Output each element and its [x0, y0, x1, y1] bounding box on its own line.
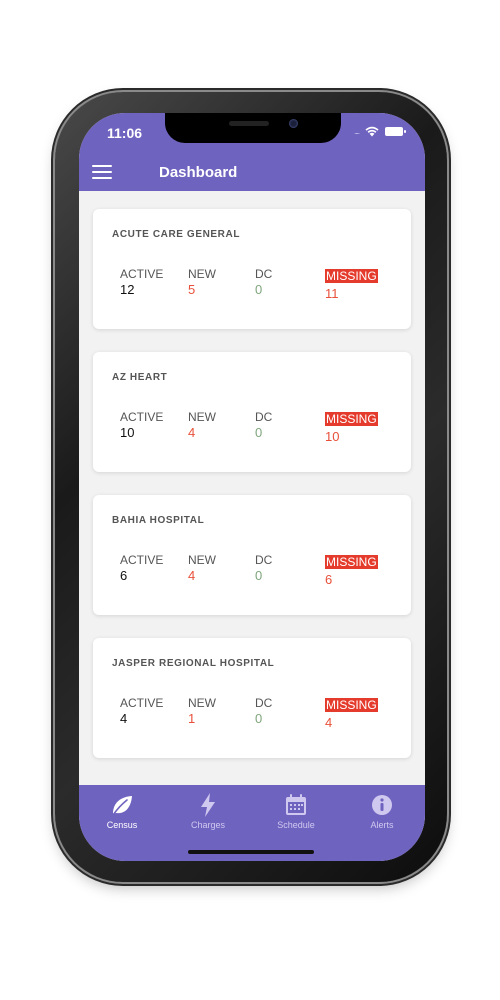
tab-label: Census: [106, 820, 138, 830]
missing-count: 4: [325, 715, 333, 730]
status-time: 11:06: [107, 125, 143, 141]
hospital-name: AZ HEART: [112, 372, 168, 383]
missing-stat: MISSING 10: [325, 410, 378, 445]
hospital-name: BAHIA HOSPITAL: [112, 515, 205, 526]
dc-stat: DC 0: [255, 553, 272, 584]
dc-stat: DC 0: [255, 696, 272, 727]
new-count: 4: [188, 425, 196, 440]
missing-badge: MISSING: [325, 269, 378, 283]
missing-count: 6: [325, 572, 333, 587]
missing-badge: MISSING: [325, 412, 378, 426]
tab-census[interactable]: Census: [87, 793, 157, 830]
new-stat: NEW 4: [188, 410, 216, 441]
hospital-card[interactable]: JASPER REGIONAL HOSPITAL ACTIVE 4 NEW 1 …: [93, 638, 411, 758]
new-label: NEW: [188, 696, 216, 710]
battery-icon: [385, 127, 406, 136]
dc-count: 0: [255, 282, 263, 297]
active-label: ACTIVE: [120, 696, 164, 710]
wifi-icon: [365, 126, 379, 137]
dc-label: DC: [255, 696, 273, 710]
active-label: ACTIVE: [120, 553, 164, 567]
active-label: ACTIVE: [120, 267, 164, 281]
device-mockup: 11:06 .... Dashboard ACUTE CARE GENERAL …: [0, 0, 500, 1000]
missing-count: 10: [325, 429, 340, 444]
tab-label: Alerts: [370, 820, 394, 830]
page-title: Dashboard: [159, 164, 238, 181]
hamburger-menu-icon[interactable]: [92, 165, 112, 179]
dc-count: 0: [255, 568, 263, 583]
notch: [165, 113, 341, 143]
active-stat: ACTIVE 12: [120, 267, 163, 298]
dc-count: 0: [255, 425, 263, 440]
tab-label: Schedule: [277, 820, 315, 830]
active-count: 6: [120, 568, 128, 583]
calendar-icon: [286, 794, 306, 815]
missing-stat: MISSING 4: [325, 696, 378, 731]
tab-alerts[interactable]: Alerts: [347, 793, 417, 830]
hospital-card-list[interactable]: ACUTE CARE GENERAL ACTIVE 12 NEW 5 DC 0 …: [79, 191, 425, 785]
new-label: NEW: [188, 553, 216, 567]
dc-label: DC: [255, 267, 273, 281]
missing-count: 11: [325, 286, 339, 301]
dc-stat: DC 0: [255, 267, 272, 298]
dc-stat: DC 0: [255, 410, 272, 441]
tab-schedule[interactable]: Schedule: [261, 793, 331, 830]
front-camera: [289, 119, 298, 128]
lightning-bolt-icon: [201, 793, 215, 817]
active-count: 12: [120, 282, 135, 297]
hospital-card[interactable]: ACUTE CARE GENERAL ACTIVE 12 NEW 5 DC 0 …: [93, 209, 411, 329]
new-count: 1: [188, 711, 196, 726]
new-stat: NEW 5: [188, 267, 216, 298]
active-stat: ACTIVE 6: [120, 553, 163, 584]
hospital-name: ACUTE CARE GENERAL: [112, 229, 241, 240]
missing-stat: MISSING 6: [325, 553, 378, 588]
speaker-grille: [229, 121, 269, 126]
missing-badge: MISSING: [325, 698, 378, 712]
new-label: NEW: [188, 267, 216, 281]
new-count: 5: [188, 282, 196, 297]
active-label: ACTIVE: [120, 410, 164, 424]
dc-count: 0: [255, 711, 263, 726]
status-icons: ....: [354, 126, 406, 137]
missing-badge: MISSING: [325, 555, 378, 569]
info-circle-icon: [372, 795, 392, 815]
missing-stat: MISSING 11: [325, 267, 378, 302]
tab-charges[interactable]: Charges: [173, 793, 243, 830]
hospital-card[interactable]: BAHIA HOSPITAL ACTIVE 6 NEW 4 DC 0 MISSI…: [93, 495, 411, 615]
leaf-icon: [112, 796, 132, 816]
signal-dots: ....: [354, 127, 360, 136]
home-indicator[interactable]: [188, 850, 314, 854]
new-label: NEW: [188, 410, 216, 424]
hospital-card[interactable]: AZ HEART ACTIVE 10 NEW 4 DC 0 MISSING 10: [93, 352, 411, 472]
tab-label: Charges: [190, 820, 226, 830]
phone-screen: 11:06 .... Dashboard ACUTE CARE GENERAL …: [79, 113, 425, 861]
hospital-name: JASPER REGIONAL HOSPITAL: [112, 658, 275, 669]
new-count: 4: [188, 568, 196, 583]
active-count: 10: [120, 425, 135, 440]
active-stat: ACTIVE 10: [120, 410, 163, 441]
dc-label: DC: [255, 410, 273, 424]
dc-label: DC: [255, 553, 273, 567]
new-stat: NEW 4: [188, 553, 216, 584]
active-count: 4: [120, 711, 128, 726]
active-stat: ACTIVE 4: [120, 696, 163, 727]
new-stat: NEW 1: [188, 696, 216, 727]
